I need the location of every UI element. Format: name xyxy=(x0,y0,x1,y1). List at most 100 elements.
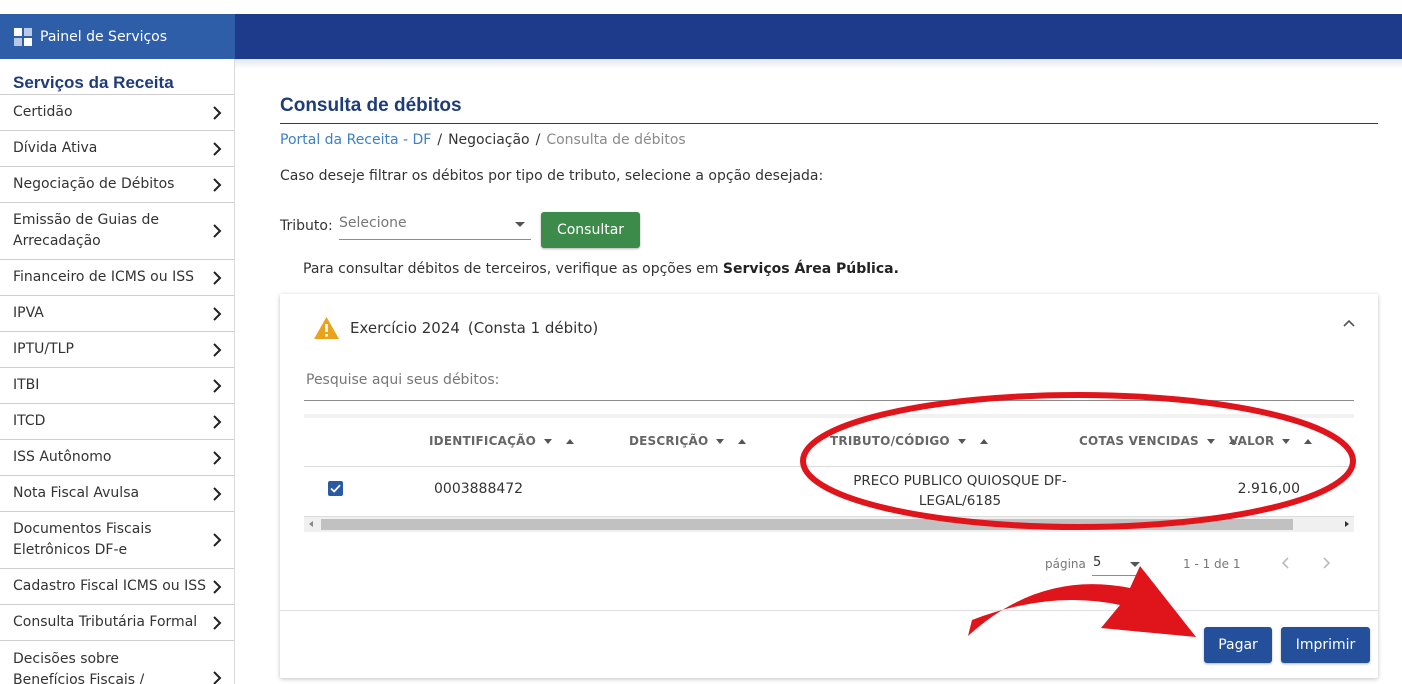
breadcrumb-link-portal[interactable]: Portal da Receita - DF xyxy=(280,132,431,148)
sidebar-item-itcd[interactable]: ITCD xyxy=(0,404,234,440)
chevron-right-icon xyxy=(213,177,222,192)
tributo-filter: Tributo: Selecione Consultar xyxy=(280,212,680,248)
sidebar-item-label: Emissão de Guias de Arrecadação xyxy=(13,212,159,249)
cell-valor: 2.916,00 xyxy=(1237,481,1300,497)
column-header-label: VALOR xyxy=(1229,434,1275,448)
column-header-cotas[interactable]: COTAS VENCIDAS xyxy=(1079,434,1237,448)
chevron-right-icon xyxy=(213,378,222,393)
previous-page-icon[interactable] xyxy=(1279,556,1293,570)
sidebar-title: Serviços da Receita xyxy=(0,59,234,95)
chevron-up-icon[interactable] xyxy=(1342,316,1356,330)
page-title: Consulta de débitos xyxy=(280,95,1378,124)
sidebar-item-nota-fiscal-avulsa[interactable]: Nota Fiscal Avulsa xyxy=(0,476,234,512)
sidebar-item-label: IPVA xyxy=(13,305,44,321)
exercise-card: Exercício 2024 (Consta 1 débito) Pesquis… xyxy=(280,294,1378,678)
sidebar-item-label: Certidão xyxy=(13,104,73,120)
tributo-select[interactable]: Selecione xyxy=(339,212,531,240)
column-header-descricao[interactable]: DESCRIÇÃO xyxy=(629,434,747,448)
servicos-area-publica-link[interactable]: Serviços Área Pública. xyxy=(723,261,899,277)
sidebar-item-label: ITBI xyxy=(13,377,40,393)
tributo-select-value: Selecione xyxy=(339,215,407,231)
sidebar-item-cadastro-fiscal[interactable]: Cadastro Fiscal ICMS ou ISS xyxy=(0,569,234,605)
pagar-button[interactable]: Pagar xyxy=(1204,627,1272,663)
column-header-label: COTAS VENCIDAS xyxy=(1079,434,1199,448)
pager-range: 1 - 1 de 1 xyxy=(1183,557,1241,571)
exercise-count: (Consta 1 débito) xyxy=(467,319,599,337)
chevron-right-icon xyxy=(213,414,222,429)
chevron-right-icon xyxy=(213,105,222,120)
chevron-right-icon xyxy=(213,342,222,357)
sidebar-item-financeiro[interactable]: Financeiro de ICMS ou ISS xyxy=(0,260,234,296)
sidebar-item-consulta-tributaria[interactable]: Consulta Tributária Formal xyxy=(0,605,234,641)
sidebar-item-label: Nota Fiscal Avulsa xyxy=(13,485,140,501)
chevron-right-icon xyxy=(213,486,222,501)
row-checkbox[interactable] xyxy=(328,481,343,496)
breadcrumb-item-negociacao[interactable]: Negociação xyxy=(448,132,530,148)
column-header-label: IDENTIFICAÇÃO xyxy=(429,434,536,448)
breadcrumb-separator: / xyxy=(535,132,541,148)
cell-tributo: PRECO PUBLICO QUIOSQUE DF- LEGAL/6185 xyxy=(830,471,1090,511)
chevron-right-icon xyxy=(213,141,222,156)
next-page-icon[interactable] xyxy=(1319,556,1333,570)
scroll-left-icon[interactable] xyxy=(309,521,313,527)
sort-icon[interactable] xyxy=(957,438,988,444)
sidebar-item-decisoes[interactable]: Decisões sobre Benefícios Fiscais / Rest… xyxy=(0,641,234,684)
dropdown-caret-icon xyxy=(1130,562,1140,567)
page-size-select[interactable]: 5 xyxy=(1092,553,1146,576)
sidebar-item-label: Documentos Fiscais Eletrônicos DF-e xyxy=(13,521,152,558)
sidebar-item-itbi[interactable]: ITBI xyxy=(0,368,234,404)
breadcrumb-separator: / xyxy=(437,132,443,148)
breadcrumb-current: Consulta de débitos xyxy=(546,132,686,148)
exercise-header[interactable]: Exercício 2024 (Consta 1 débito) xyxy=(313,316,598,340)
exercise-title: Exercício 2024 xyxy=(350,319,460,337)
sidebar-item-label: ISS Autônomo xyxy=(13,449,112,465)
cell-tributo-line: PRECO PUBLICO QUIOSQUE DF- xyxy=(853,473,1067,489)
sidebar-item-emissao-guias[interactable]: Emissão de Guias de Arrecadação xyxy=(0,203,234,260)
chevron-right-icon xyxy=(213,450,222,465)
chevron-right-icon xyxy=(213,224,222,238)
sidebar: Serviços da Receita Certidão Dívida Ativ… xyxy=(0,59,235,684)
chevron-right-icon xyxy=(213,671,222,684)
scroll-right-icon[interactable] xyxy=(1345,521,1349,527)
debit-search-input[interactable]: Pesquise aqui seus débitos: xyxy=(304,367,1354,401)
cell-tributo-line: LEGAL/6185 xyxy=(918,493,1002,509)
column-header-valor[interactable]: VALOR xyxy=(1229,434,1313,448)
sidebar-item-label: Consulta Tributária Formal xyxy=(13,614,198,630)
chevron-right-icon xyxy=(213,533,222,547)
warning-icon xyxy=(314,317,339,339)
sidebar-item-label: Negociação de Débitos xyxy=(13,176,175,192)
imprimir-button[interactable]: Imprimir xyxy=(1281,627,1370,663)
horizontal-scrollbar[interactable] xyxy=(304,517,1354,532)
sidebar-item-documentos-fiscais[interactable]: Documentos Fiscais Eletrônicos DF-e xyxy=(0,512,234,569)
sidebar-item-label: ITCD xyxy=(13,413,46,429)
sidebar-item-divida-ativa[interactable]: Dívida Ativa xyxy=(0,131,234,167)
sidebar-item-label: Decisões sobre Benefícios Fiscais / Rest… xyxy=(13,651,145,684)
sort-icon[interactable] xyxy=(543,438,574,444)
sort-icon[interactable] xyxy=(1282,438,1313,444)
services-panel-header[interactable]: Painel de Serviços xyxy=(0,14,235,59)
sidebar-item-negociacao[interactable]: Negociação de Débitos xyxy=(0,167,234,203)
top-navigation-bar xyxy=(235,14,1402,59)
sidebar-item-certidao[interactable]: Certidão xyxy=(0,95,234,131)
panel-grid-icon xyxy=(14,27,32,46)
cell-identificacao: 0003888472 xyxy=(434,481,524,497)
scrollbar-thumb[interactable] xyxy=(321,519,1293,530)
debit-search-placeholder: Pesquise aqui seus débitos: xyxy=(306,372,500,388)
sidebar-item-iptu[interactable]: IPTU/TLP xyxy=(0,332,234,368)
debits-table: IDENTIFICAÇÃO DESCRIÇÃO TRIBUTO/CÓDIGO C… xyxy=(304,414,1354,534)
column-header-identificacao[interactable]: IDENTIFICAÇÃO xyxy=(429,434,574,448)
consultar-button[interactable]: Consultar xyxy=(541,212,640,248)
chevron-right-icon xyxy=(213,306,222,321)
pager-label: página xyxy=(1045,557,1086,571)
column-header-label: DESCRIÇÃO xyxy=(629,434,709,448)
panel-title: Painel de Serviços xyxy=(40,28,168,45)
table-header-shade xyxy=(304,414,1354,418)
sidebar-item-iss-autonomo[interactable]: ISS Autônomo xyxy=(0,440,234,476)
sidebar-item-label: Dívida Ativa xyxy=(13,140,98,156)
sidebar-item-label: Financeiro de ICMS ou ISS xyxy=(13,269,194,285)
sidebar-item-ipva[interactable]: IPVA xyxy=(0,296,234,332)
sort-icon[interactable] xyxy=(716,438,747,444)
third-party-note: Para consultar débitos de terceiros, ver… xyxy=(303,261,899,277)
column-header-tributo[interactable]: TRIBUTO/CÓDIGO xyxy=(830,434,988,448)
chevron-right-icon xyxy=(213,579,222,594)
